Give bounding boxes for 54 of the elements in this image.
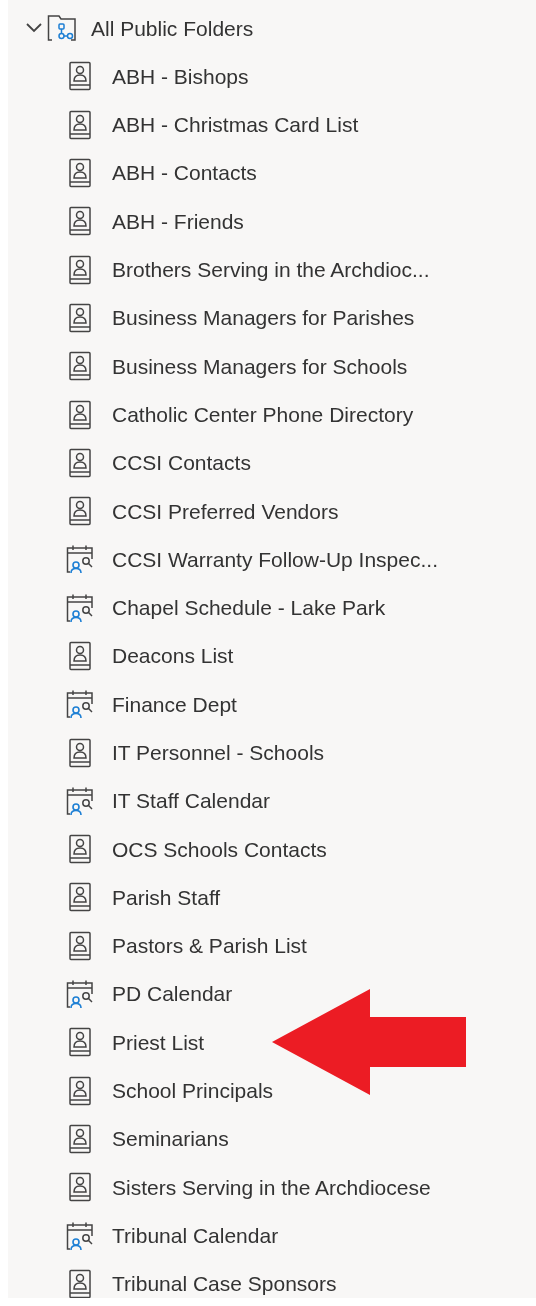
tree-item[interactable]: Catholic Center Phone Directory [112, 401, 414, 428]
contact-book-icon [66, 158, 94, 189]
tree-item[interactable]: IT Staff Calendar [112, 788, 270, 814]
tree-item[interactable]: ABH - Contacts [112, 160, 257, 186]
contact-book-icon [66, 447, 94, 478]
tree-item[interactable]: Tribunal Calendar [112, 1222, 279, 1249]
contact-book-icon [66, 109, 94, 140]
contact-book-icon [66, 834, 94, 865]
contact-book-icon [66, 1268, 94, 1298]
contact-book-icon [66, 1172, 94, 1203]
calendar-icon [66, 689, 94, 720]
contact-book-icon [66, 641, 94, 671]
tree-item[interactable]: All Public Folders [91, 15, 254, 41]
tree-item[interactable]: ABH - Friends [112, 208, 244, 234]
calendar-icon [66, 1220, 94, 1251]
contact-book-icon [66, 1075, 94, 1106]
tree-item[interactable]: OCS Schools Contacts [112, 836, 327, 862]
contact-book-icon [66, 737, 94, 768]
tree-item[interactable]: Seminarians [112, 1126, 229, 1152]
contact-book-icon [66, 302, 94, 333]
tree-item[interactable]: Sisters Serving in the Archdiocese [112, 1174, 431, 1200]
tree-item[interactable]: Tribunal Case Sponsors [112, 1271, 337, 1297]
calendar-icon [66, 592, 94, 623]
contact-book-icon [66, 930, 94, 961]
tree-item[interactable]: Parish Staff [112, 884, 221, 911]
contact-book-icon [66, 254, 94, 285]
tree-item[interactable]: Business Managers for Parishes [112, 305, 415, 331]
tree-item[interactable]: Chapel Schedule - Lake Park [112, 595, 386, 621]
contact-book-icon [66, 496, 94, 527]
tree-item[interactable]: CCSI Warranty Follow-Up Inspec... [112, 546, 438, 572]
calendar-icon [66, 979, 94, 1010]
tree-item[interactable]: Finance Dept [112, 691, 237, 717]
tree-item[interactable]: CCSI Preferred Vendors [112, 498, 339, 524]
tree-item[interactable]: Business Managers for Schools [112, 353, 408, 379]
tree-item[interactable]: Priest List [112, 1029, 205, 1055]
tree-item[interactable]: Brothers Serving in the Archdioc... [112, 257, 430, 283]
shared-folder-icon [47, 13, 79, 44]
tree-item[interactable]: Deacons List [112, 643, 234, 669]
contact-book-icon [66, 61, 94, 92]
tree-item[interactable]: ABH - Christmas Card List [112, 112, 359, 138]
contact-book-icon [66, 399, 94, 430]
tree-item[interactable]: Pastors & Parish List [112, 933, 307, 959]
tree-item[interactable]: IT Personnel - Schools [112, 740, 325, 766]
contact-book-icon [66, 1123, 94, 1154]
tree-item[interactable]: ABH - Bishops [112, 63, 249, 90]
contact-book-icon [66, 351, 94, 382]
tree-item[interactable]: School Principals [112, 1078, 274, 1104]
contact-book-icon [66, 206, 94, 237]
tree-item[interactable]: PD Calendar [112, 981, 233, 1007]
calendar-icon [66, 785, 94, 816]
tree-item[interactable]: CCSI Contacts [112, 450, 251, 476]
contact-book-icon [66, 1027, 94, 1058]
contact-book-icon [66, 882, 94, 913]
calendar-icon [66, 544, 94, 575]
